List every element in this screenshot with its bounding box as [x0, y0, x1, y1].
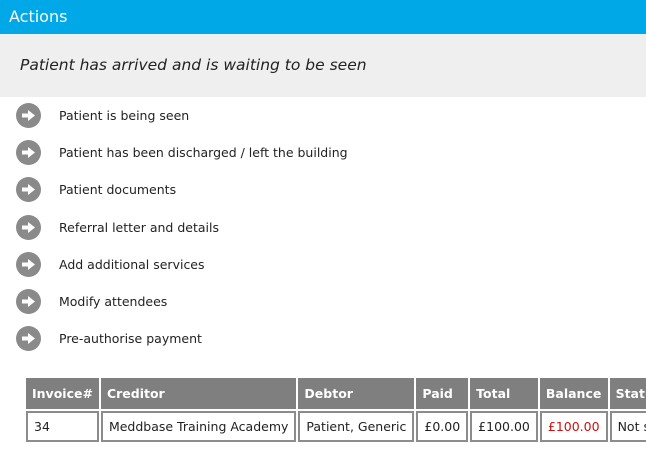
arrow-right-circle-icon[interactable] — [16, 251, 41, 277]
action-patient-discharged[interactable]: Patient has been discharged / left the b… — [0, 134, 646, 171]
patient-status-text: Patient has arrived and is waiting to be… — [20, 56, 367, 74]
action-label[interactable]: Patient documents — [59, 182, 176, 197]
invoice-table-header-row: Invoice# Creditor Debtor Paid Total Bala… — [26, 378, 646, 409]
action-label[interactable]: Patient has been discharged / left the b… — [59, 145, 348, 160]
action-patient-documents[interactable]: Patient documents — [0, 171, 646, 208]
column-header-balance: Balance — [539, 378, 608, 409]
patient-status-bar: Patient has arrived and is waiting to be… — [0, 34, 646, 97]
column-header-invoice: Invoice# — [26, 378, 99, 409]
action-pre-authorise-payment[interactable]: Pre-authorise payment — [0, 320, 646, 357]
action-label[interactable]: Referral letter and details — [59, 220, 219, 235]
paid-cell: £0.00 — [416, 411, 469, 442]
total-cell: £100.00 — [470, 411, 538, 442]
invoice-table: Invoice# Creditor Debtor Paid Total Bala… — [24, 376, 646, 444]
action-modify-attendees[interactable]: Modify attendees — [0, 283, 646, 320]
creditor-cell: Meddbase Training Academy — [100, 411, 297, 442]
column-header-debtor: Debtor — [298, 378, 415, 409]
column-header-status: Status — [609, 378, 646, 409]
column-header-total: Total — [470, 378, 538, 409]
actions-panel-header: Actions — [0, 0, 646, 34]
debtor-cell: Patient, Generic — [298, 411, 415, 442]
invoice-number-cell[interactable]: 34 — [26, 411, 99, 442]
balance-cell: £100.00 — [539, 411, 608, 442]
action-patient-being-seen[interactable]: Patient is being seen — [0, 97, 646, 134]
action-referral-letter[interactable]: Referral letter and details — [0, 209, 646, 246]
action-add-services[interactable]: Add additional services — [0, 246, 646, 283]
action-label[interactable]: Modify attendees — [59, 294, 167, 309]
panel-title: Actions — [9, 7, 68, 26]
arrow-right-circle-icon[interactable] — [16, 214, 41, 240]
column-header-paid: Paid — [416, 378, 469, 409]
arrow-right-circle-icon[interactable] — [16, 177, 41, 203]
actions-list: Patient is being seen Patient has been d… — [0, 97, 646, 357]
arrow-right-circle-icon[interactable] — [16, 326, 41, 352]
action-label[interactable]: Patient is being seen — [59, 108, 189, 123]
arrow-right-circle-icon[interactable] — [16, 140, 41, 166]
column-header-creditor: Creditor — [100, 378, 297, 409]
action-label[interactable]: Pre-authorise payment — [59, 331, 202, 346]
arrow-right-circle-icon[interactable] — [16, 289, 41, 315]
table-row[interactable]: 34 Meddbase Training Academy Patient, Ge… — [26, 411, 646, 442]
arrow-right-circle-icon[interactable] — [16, 103, 41, 129]
status-cell: Not sent — [609, 411, 646, 442]
action-label[interactable]: Add additional services — [59, 257, 205, 272]
